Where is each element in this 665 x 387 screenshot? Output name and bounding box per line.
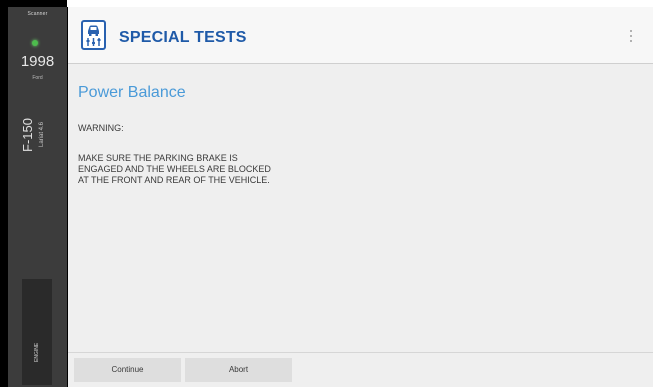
- footer-divider: [68, 352, 653, 353]
- continue-button[interactable]: Continue: [74, 358, 181, 382]
- warning-line: MAKE SURE THE PARKING BRAKE IS: [78, 153, 238, 163]
- screen-top-edge: [0, 0, 665, 7]
- vehicle-engine: Lariat 4.6: [39, 121, 45, 147]
- page-title: SPECIAL TESTS: [119, 29, 247, 46]
- engine-tab-label: ENGINE: [34, 342, 40, 362]
- app-header: SPECIAL TESTS: [68, 7, 653, 64]
- screen-top-edge-dark: [0, 0, 67, 7]
- vehicle-model: F-150: [20, 118, 35, 152]
- warning-line: ENGAGED AND THE WHEELS ARE BLOCKED: [78, 164, 271, 174]
- device-bezel-left: [0, 0, 6, 387]
- vehicle-make: Ford: [32, 75, 43, 81]
- warning-label: WARNING:: [78, 123, 124, 133]
- warning-line: AT THE FRONT AND REAR OF THE VEHICLE.: [78, 175, 270, 185]
- sidebar-top-label: Scanner: [27, 11, 48, 17]
- car-lift-icon: [81, 20, 106, 50]
- vehicle-year: 1998: [20, 53, 55, 70]
- test-name-heading: Power Balance: [78, 84, 186, 101]
- warning-message: MAKE SURE THE PARKING BRAKE IS ENGAGED A…: [78, 153, 271, 186]
- vehicle-sidebar: Scanner 1998 Ford F-150 Lariat 4.6 ENGIN…: [8, 7, 67, 387]
- engine-tab[interactable]: [22, 279, 52, 385]
- abort-button[interactable]: Abort: [185, 358, 292, 382]
- screen-right-edge: [653, 0, 665, 387]
- connection-status-dot: [32, 40, 38, 46]
- special-tests-panel: SPECIAL TESTS Power Balance WARNING: MAK…: [68, 7, 653, 387]
- more-vert-icon[interactable]: [626, 27, 636, 45]
